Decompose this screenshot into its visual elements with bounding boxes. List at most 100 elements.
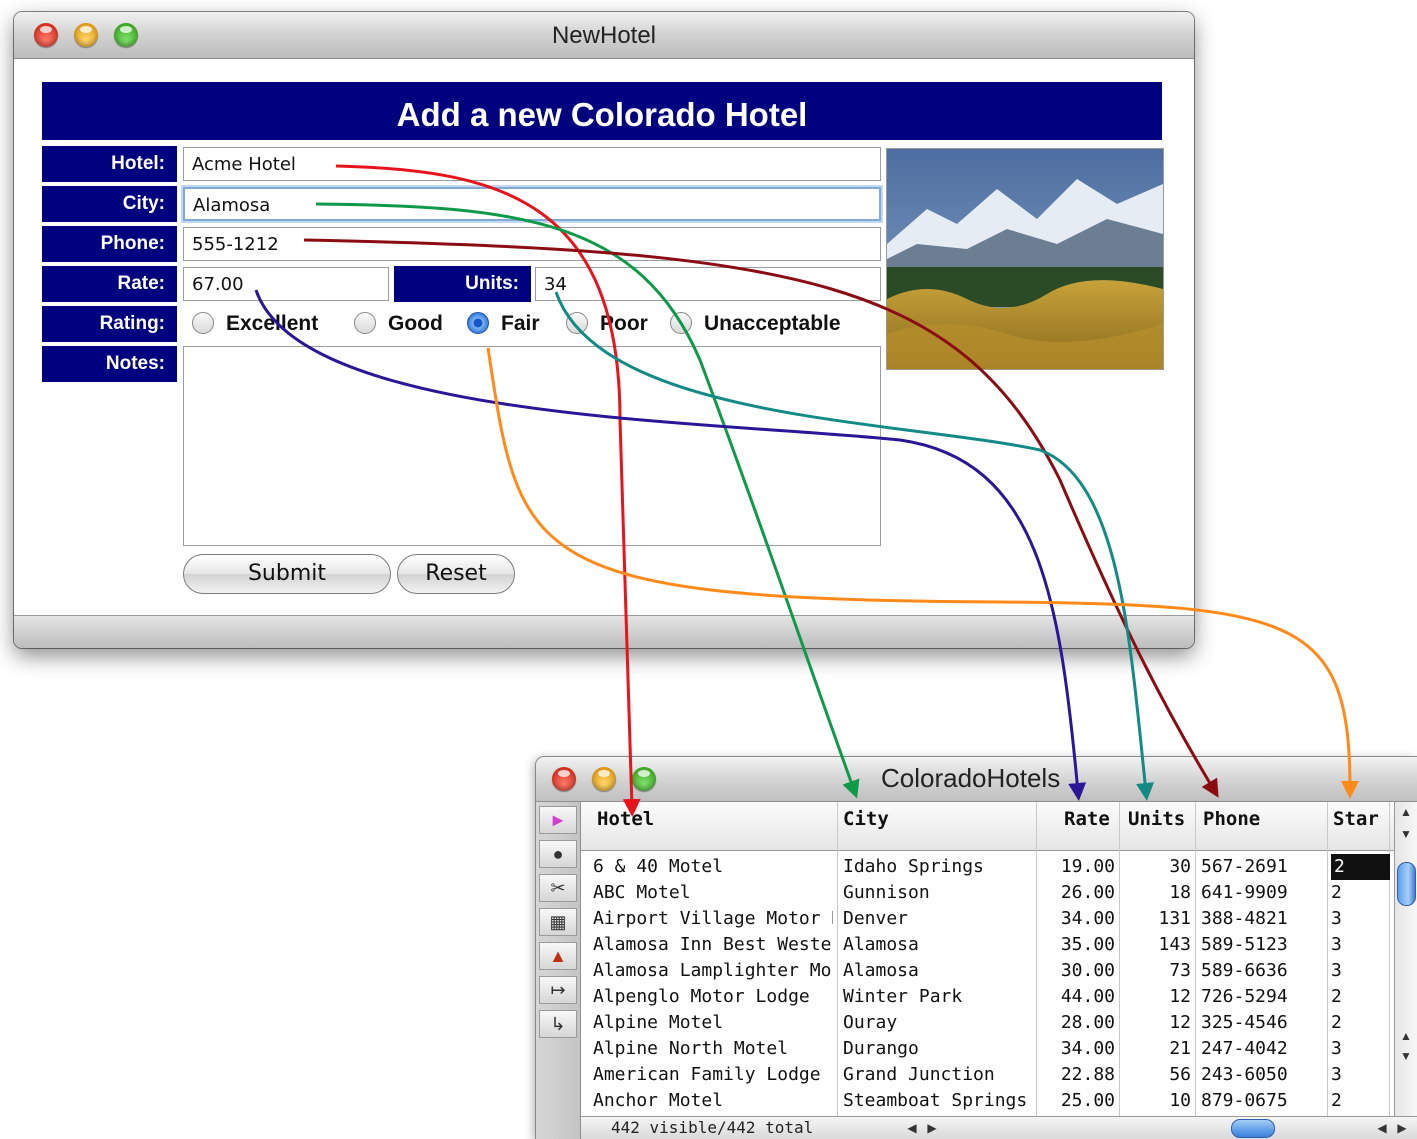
- reset-button[interactable]: Reset: [397, 554, 515, 594]
- table-cell[interactable]: 25.00: [1041, 1088, 1115, 1114]
- table-cell[interactable]: 34.00: [1041, 906, 1115, 932]
- table-cell[interactable]: American Family Lodge: [593, 1062, 833, 1088]
- table-cell[interactable]: 567-2691: [1201, 854, 1325, 880]
- table-cell[interactable]: 589-6636: [1201, 958, 1325, 984]
- table-cell[interactable]: ABC Motel: [593, 880, 833, 906]
- column-header-star[interactable]: Star: [1333, 808, 1379, 830]
- table-cell[interactable]: Alamosa: [843, 958, 1035, 984]
- table-row[interactable]: Alpenglo Motor Lodge Winter Park 44.00 12 72…: [581, 984, 1395, 1010]
- rating-good-radio[interactable]: Good: [354, 308, 443, 340]
- rating-excellent-radio[interactable]: Excellent: [192, 308, 318, 340]
- table-cell[interactable]: 247-4042: [1201, 1036, 1325, 1062]
- column-header-rate[interactable]: Rate: [1064, 808, 1110, 830]
- table-cell[interactable]: 30.00: [1041, 958, 1115, 984]
- table-cell[interactable]: 12: [1121, 1010, 1191, 1036]
- table-cell[interactable]: Anchor Motel: [593, 1088, 833, 1114]
- close-button[interactable]: [552, 767, 576, 791]
- column-header-units[interactable]: Units: [1128, 808, 1185, 830]
- rating-fair-radio[interactable]: Fair: [467, 308, 540, 340]
- table-cell[interactable]: 6 & 40 Motel: [593, 854, 833, 880]
- scroll-right-icon[interactable]: ▶: [921, 1118, 943, 1138]
- table-cell[interactable]: 44.00: [1041, 984, 1115, 1010]
- column-header-phone[interactable]: Phone: [1203, 808, 1260, 830]
- table-row[interactable]: Alpine Motel Ouray 28.00 12 325-4546 2: [581, 1010, 1395, 1036]
- scroll-down-icon[interactable]: ▼: [1395, 1046, 1417, 1066]
- table-cell[interactable]: 3: [1331, 958, 1387, 984]
- table-cell[interactable]: 589-5123: [1201, 932, 1325, 958]
- scroll-left-icon[interactable]: ◀: [901, 1118, 923, 1138]
- table-cell[interactable]: 388-4821: [1201, 906, 1325, 932]
- table-cell[interactable]: 3: [1331, 1062, 1387, 1088]
- horizontal-scroll-thumb[interactable]: [1231, 1119, 1275, 1138]
- table-row[interactable]: Alpine North Motel Durango 34.00 21 247-4042…: [581, 1036, 1395, 1062]
- scroll-right-icon[interactable]: ▶: [1391, 1118, 1413, 1138]
- table-cell[interactable]: 2: [1331, 854, 1390, 880]
- table-cell[interactable]: Alpine Motel: [593, 1010, 833, 1036]
- table-cell[interactable]: Grand Junction: [843, 1062, 1035, 1088]
- notes-textarea[interactable]: [183, 346, 881, 546]
- table-cell[interactable]: Denver: [843, 906, 1035, 932]
- rating-unacceptable-radio[interactable]: Unacceptable: [670, 308, 841, 340]
- table-cell[interactable]: Alpine North Motel: [593, 1036, 833, 1062]
- table-cell[interactable]: Durango: [843, 1036, 1035, 1062]
- table-cell[interactable]: 3: [1331, 1036, 1387, 1062]
- table-cell[interactable]: 30: [1121, 854, 1191, 880]
- title-bar[interactable]: ColoradoHotels: [536, 757, 1417, 802]
- table-cell[interactable]: 2: [1331, 1088, 1387, 1114]
- rate-field[interactable]: 67.00: [183, 267, 389, 301]
- scissors-icon[interactable]: ✂: [539, 874, 577, 902]
- data-grid[interactable]: Hotel City Rate Units Phone Star 6 & 40 …: [581, 802, 1395, 1117]
- zoom-button[interactable]: [632, 767, 656, 791]
- table-cell[interactable]: Alamosa Lamplighter Mo: [593, 958, 833, 984]
- table-row[interactable]: ABC Motel Gunnison 26.00 18 641-9909 2: [581, 880, 1395, 906]
- table-cell[interactable]: 131: [1121, 906, 1191, 932]
- table-row[interactable]: American Family Lodge Grand Junction 22.88…: [581, 1062, 1395, 1088]
- hotel-field[interactable]: Acme Hotel: [183, 147, 881, 181]
- vertical-scroll-thumb[interactable]: [1397, 862, 1416, 906]
- table-cell[interactable]: 73: [1121, 958, 1191, 984]
- design-tool-icon[interactable]: ●: [539, 840, 577, 868]
- rating-poor-radio[interactable]: Poor: [566, 308, 648, 340]
- table-cell[interactable]: Alamosa Inn Best Wester: [593, 932, 833, 958]
- table-row[interactable]: Anchor Motel Steamboat Springs 25.00 10 879-…: [581, 1088, 1395, 1114]
- table-cell[interactable]: Alamosa: [843, 932, 1035, 958]
- stamp-icon[interactable]: ▲: [539, 942, 577, 970]
- table-cell[interactable]: 18: [1121, 880, 1191, 906]
- table-cell[interactable]: 2: [1331, 984, 1387, 1010]
- column-header-hotel[interactable]: Hotel: [597, 808, 654, 830]
- table-cell[interactable]: 35.00: [1041, 932, 1115, 958]
- submit-button[interactable]: Submit: [183, 554, 391, 594]
- table-cell[interactable]: 2: [1331, 880, 1387, 906]
- table-cell[interactable]: 12: [1121, 984, 1191, 1010]
- form-tool-icon[interactable]: ▦: [539, 908, 577, 936]
- table-cell[interactable]: Winter Park: [843, 984, 1035, 1010]
- table-cell[interactable]: 879-0675: [1201, 1088, 1325, 1114]
- table-row[interactable]: Alamosa Lamplighter Mo Alamosa 30.00 73 589-…: [581, 958, 1395, 984]
- table-cell[interactable]: 3: [1331, 932, 1387, 958]
- table-cell[interactable]: 243-6050: [1201, 1062, 1325, 1088]
- table-cell[interactable]: 641-9909: [1201, 880, 1325, 906]
- vertical-scrollbar[interactable]: ▲ ▼ ▲ ▼: [1394, 802, 1417, 1117]
- title-bar[interactable]: NewHotel: [14, 12, 1194, 59]
- table-cell[interactable]: 2: [1331, 1010, 1387, 1036]
- scroll-up-icon[interactable]: ▲: [1395, 1026, 1417, 1046]
- table-cell[interactable]: 143: [1121, 932, 1191, 958]
- return-arrow-icon[interactable]: ↳: [539, 1010, 577, 1038]
- city-field[interactable]: Alamosa: [183, 187, 881, 221]
- table-cell[interactable]: 28.00: [1041, 1010, 1115, 1036]
- tab-right-icon[interactable]: ↦: [539, 976, 577, 1004]
- table-cell[interactable]: Ouray: [843, 1010, 1035, 1036]
- table-cell[interactable]: Alpenglo Motor Lodge: [593, 984, 833, 1010]
- table-cell[interactable]: Steamboat Springs: [843, 1088, 1035, 1114]
- table-row[interactable]: Airport Village Motor Hc Denver 34.00 131 38…: [581, 906, 1395, 932]
- table-cell[interactable]: Idaho Springs: [843, 854, 1035, 880]
- minimize-button[interactable]: [592, 767, 616, 791]
- table-cell[interactable]: 34.00: [1041, 1036, 1115, 1062]
- table-cell[interactable]: 19.00: [1041, 854, 1115, 880]
- scroll-down-icon[interactable]: ▼: [1395, 824, 1417, 844]
- table-cell[interactable]: 22.88: [1041, 1062, 1115, 1088]
- pointer-tool-icon[interactable]: ►: [539, 806, 577, 834]
- table-row[interactable]: 6 & 40 Motel Idaho Springs 19.00 30 567-2691…: [581, 854, 1395, 880]
- table-cell[interactable]: 56: [1121, 1062, 1191, 1088]
- table-cell[interactable]: 325-4546: [1201, 1010, 1325, 1036]
